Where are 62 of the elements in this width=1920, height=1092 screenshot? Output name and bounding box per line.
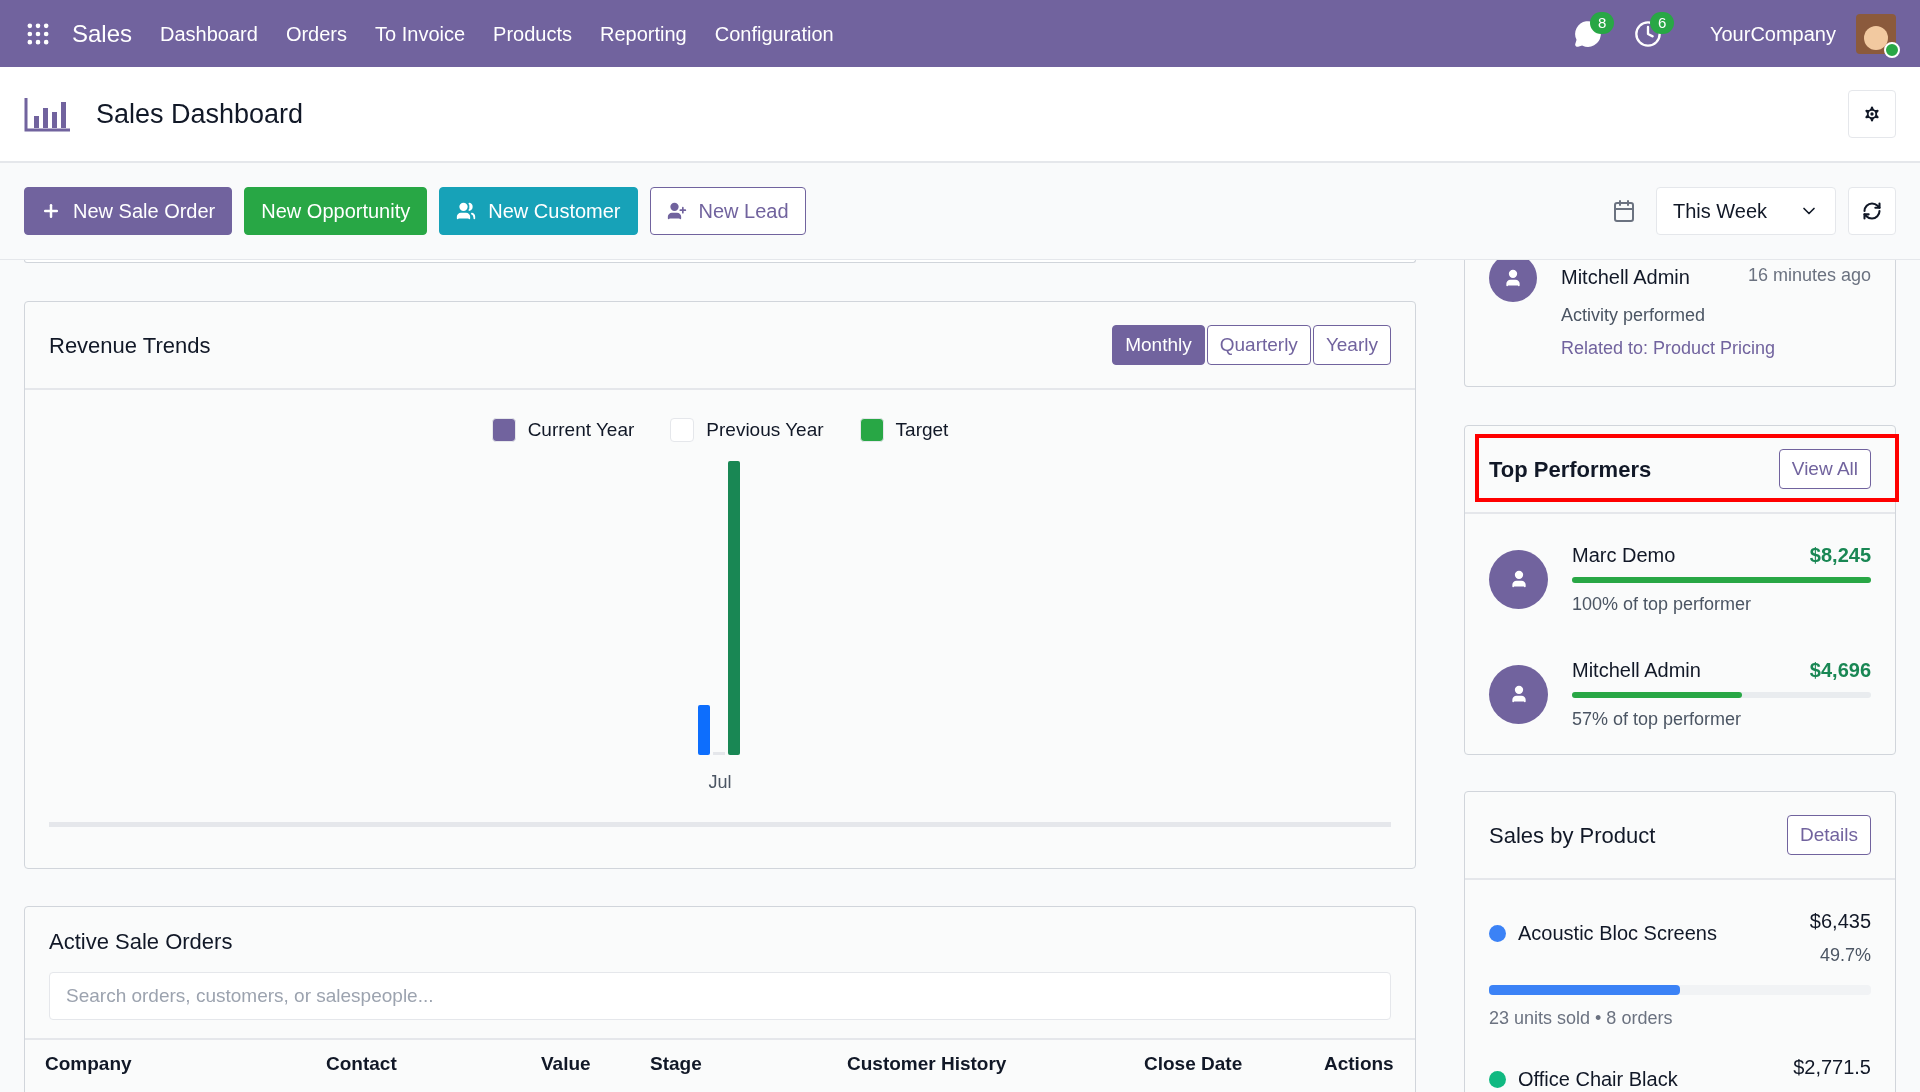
card-title: Sales by Product — [1489, 821, 1656, 850]
user-plus-icon — [666, 201, 687, 221]
nav-menu-item[interactable]: Reporting — [600, 18, 687, 49]
app-name[interactable]: Sales — [72, 15, 133, 52]
performer-caption: 100% of top performer — [1572, 593, 1753, 616]
bar-chart-icon — [24, 96, 72, 132]
period-select[interactable]: This Week — [1656, 187, 1836, 235]
legend-label: Target — [895, 418, 949, 442]
column-header: Contact — [326, 1052, 398, 1076]
refresh-icon — [1862, 201, 1882, 221]
details-button[interactable]: Details — [1786, 815, 1871, 855]
plus-icon — [41, 201, 61, 221]
performer-name: Mitchell Admin — [1572, 658, 1701, 683]
performer-amount: $4,696 — [1809, 658, 1871, 683]
settings-button[interactable] — [1848, 90, 1896, 138]
column-header: Close Date — [1144, 1052, 1244, 1076]
card-title: Active Sale Orders — [49, 929, 233, 954]
notification-badge: 6 — [1650, 11, 1675, 34]
column-header: Value — [541, 1052, 592, 1076]
action-button[interactable]: New Sale Order — [24, 187, 233, 235]
axis-label: Jul — [708, 770, 732, 794]
period-tab[interactable]: Yearly — [1312, 325, 1391, 365]
activity-time: 16 minutes ago — [1747, 264, 1871, 287]
period-tab[interactable]: Monthly — [1112, 325, 1205, 365]
column-header: Company — [45, 1052, 133, 1076]
company-name[interactable]: YourCompany — [1710, 18, 1836, 49]
column-header: Customer History — [847, 1052, 1008, 1076]
nav-menu-item[interactable]: To Invoice — [375, 18, 466, 49]
product-amount: $6,435 — [1809, 909, 1871, 934]
search-field[interactable]: Search orders, customers, or salespeople... — [49, 972, 1391, 1020]
performer-amount: $8,245 — [1809, 543, 1871, 568]
product-meta: 23 units sold • 8 orders — [1489, 1007, 1674, 1030]
activity-text: Activity performed — [1561, 304, 1707, 327]
column-header: Stage — [650, 1052, 703, 1076]
related-link[interactable]: Related to: Product Pricing — [1561, 335, 1871, 362]
nav-menu-item[interactable]: Configuration — [714, 18, 834, 49]
nav-menu-item[interactable]: Products — [493, 18, 572, 49]
view-all-button[interactable]: View All — [1778, 449, 1871, 489]
action-button[interactable]: New Opportunity — [244, 187, 428, 235]
performer-name: Marc Demo — [1572, 543, 1676, 568]
notification-badge: 8 — [1590, 11, 1615, 34]
period-tab[interactable]: Quarterly — [1206, 325, 1311, 365]
activity-user: Mitchell Admin — [1561, 265, 1690, 290]
performer-caption: 57% of top performer — [1572, 708, 1743, 731]
column-header: Actions — [1324, 1052, 1395, 1076]
card-title: Revenue Trends — [49, 331, 211, 360]
refresh-button[interactable] — [1848, 187, 1896, 235]
action-button[interactable]: New Customer — [439, 187, 638, 235]
calendar-icon — [1612, 199, 1636, 223]
settings-icon — [1862, 104, 1882, 124]
nav-menu-item[interactable]: Orders — [285, 18, 347, 49]
page-title: Sales Dashboard — [96, 97, 304, 131]
product-amount: $2,771.5 — [1793, 1055, 1871, 1080]
product-name: Acoustic Bloc Screens — [1518, 921, 1717, 946]
product-share: 49.7% — [1819, 944, 1871, 967]
card-title: Top Performers — [1489, 455, 1652, 484]
legend-label: Current Year — [527, 418, 635, 442]
product-name: Office Chair Black — [1518, 1067, 1678, 1092]
action-button[interactable]: New Lead — [649, 187, 806, 235]
legend-label: Previous Year — [706, 418, 824, 442]
users-icon — [456, 201, 477, 221]
nav-menu-item[interactable]: Dashboard — [160, 18, 258, 49]
